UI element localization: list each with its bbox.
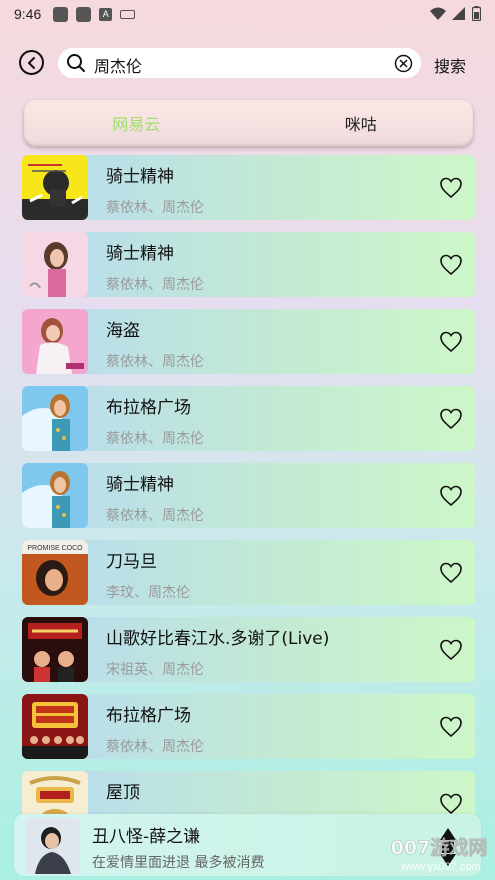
back-button[interactable] xyxy=(19,50,44,75)
notification-icon xyxy=(76,6,92,22)
chevron-left-icon xyxy=(27,56,35,69)
song-item[interactable]: 骑士精神 蔡依林、周杰伦 xyxy=(22,155,475,220)
source-tabs: 网易云 咪咕 xyxy=(24,100,473,146)
song-title: 刀马旦 xyxy=(106,552,157,572)
search-input[interactable]: 周杰伦 xyxy=(58,48,421,78)
heart-icon[interactable] xyxy=(439,638,463,662)
album-cover xyxy=(22,386,88,451)
song-title: 骑士精神 xyxy=(106,167,174,187)
song-title: 屋顶 xyxy=(106,783,140,803)
song-item[interactable]: 海盗 蔡依林、周杰伦 xyxy=(22,309,475,374)
clear-search-icon[interactable] xyxy=(394,54,413,73)
song-artist: 宋祖英、周杰伦 xyxy=(106,662,204,678)
song-title: 布拉格广场 xyxy=(106,706,191,726)
song-artist: 蔡依林、周杰伦 xyxy=(106,431,204,447)
heart-icon[interactable] xyxy=(439,176,463,200)
keyboard-icon xyxy=(120,9,136,19)
song-title: 海盗 xyxy=(106,321,140,341)
album-cover xyxy=(22,617,88,682)
signal-icon xyxy=(452,6,465,20)
song-artist: 蔡依林、周杰伦 xyxy=(106,277,204,293)
status-bar: 9:46 A xyxy=(0,0,495,28)
song-artist: 蔡依林、周杰伦 xyxy=(106,354,204,370)
search-icon xyxy=(67,54,85,72)
song-artist: 蔡依林、周杰伦 xyxy=(106,739,204,755)
heart-icon[interactable] xyxy=(439,330,463,354)
song-item[interactable]: 骑士精神 蔡依林、周杰伦 xyxy=(22,232,475,297)
heart-icon[interactable] xyxy=(439,715,463,739)
play-pause-icon[interactable] xyxy=(437,824,459,870)
now-playing-lyric: 在爱情里面进退 最多被消费 xyxy=(92,855,265,871)
song-item[interactable]: 布拉格广场 蔡依林、周杰伦 xyxy=(22,386,475,451)
album-cover xyxy=(22,232,88,297)
tab-netease[interactable]: 网易云 xyxy=(24,100,249,146)
song-title: 山歌好比春江水.多谢了(Live) xyxy=(106,629,330,649)
album-cover xyxy=(22,309,88,374)
search-button[interactable]: 搜索 xyxy=(434,53,466,77)
heart-icon[interactable] xyxy=(439,253,463,277)
heart-icon[interactable] xyxy=(439,561,463,585)
search-query: 周杰伦 xyxy=(94,57,143,76)
song-artist: 李玟、周杰伦 xyxy=(106,585,190,601)
status-time: 9:46 xyxy=(14,6,42,22)
album-cover-text: PROMISE COCO xyxy=(27,545,83,552)
album-cover xyxy=(22,463,88,528)
song-item[interactable]: 山歌好比春江水.多谢了(Live) 宋祖英、周杰伦 xyxy=(22,617,475,682)
song-title: 布拉格广场 xyxy=(106,398,191,418)
tab-migu[interactable]: 咪咕 xyxy=(249,100,474,146)
heart-icon[interactable] xyxy=(439,484,463,508)
wifi-icon xyxy=(430,7,446,20)
song-item[interactable]: PROMISE COCO 刀马旦 李玟、周杰伦 xyxy=(22,540,475,605)
heart-icon[interactable] xyxy=(439,792,463,816)
song-title: 骑士精神 xyxy=(106,475,174,495)
now-playing-title: 丑八怪-薛之谦 xyxy=(92,827,201,847)
search-header: 周杰伦 搜索 xyxy=(0,44,495,82)
battery-icon xyxy=(472,6,481,21)
song-item[interactable]: 布拉格广场 蔡依林、周杰伦 xyxy=(22,694,475,759)
status-indicators xyxy=(430,6,481,21)
notification-a-icon: A xyxy=(99,7,113,21)
song-artist: 蔡依林、周杰伦 xyxy=(106,508,204,524)
song-list: 骑士精神 蔡依林、周杰伦 骑士精神 蔡依林、周杰伦 海盗 蔡依林、周杰伦 布拉格… xyxy=(22,155,475,848)
song-title: 骑士精神 xyxy=(106,244,174,264)
song-item[interactable]: 骑士精神 蔡依林、周杰伦 xyxy=(22,463,475,528)
album-cover: PROMISE COCO xyxy=(22,540,88,605)
heart-icon[interactable] xyxy=(439,407,463,431)
album-cover xyxy=(22,155,88,220)
notification-icon xyxy=(53,6,69,22)
song-artist: 蔡依林、周杰伦 xyxy=(106,200,204,216)
now-playing-cover[interactable] xyxy=(25,818,80,874)
album-cover xyxy=(22,694,88,759)
now-playing-bar[interactable]: 丑八怪-薛之谦 在爱情里面进退 最多被消费 xyxy=(14,814,481,876)
